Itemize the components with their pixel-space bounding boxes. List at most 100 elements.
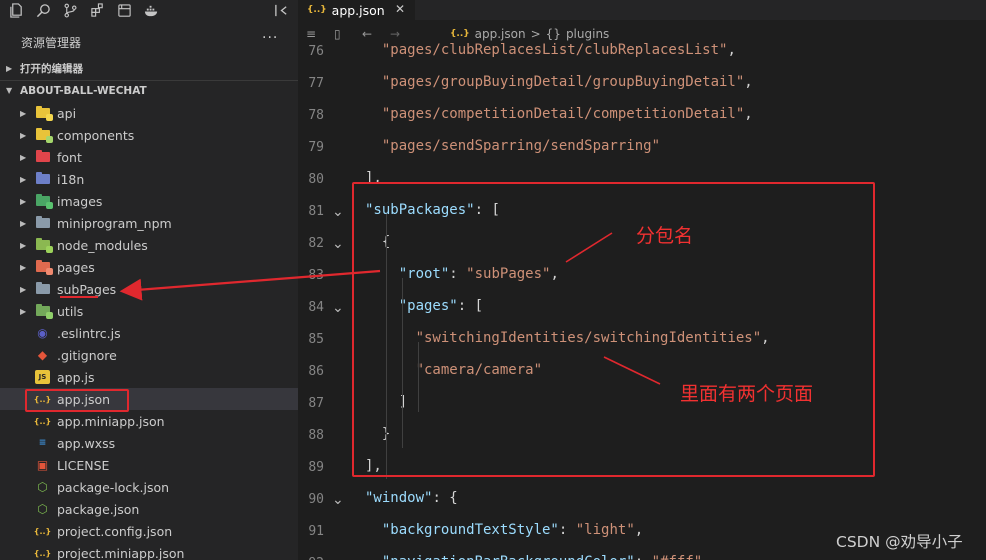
- tree-item-label: images: [57, 193, 103, 209]
- chevron-right-icon: ▶: [6, 63, 13, 73]
- fold-chevron-icon[interactable]: ⌄: [332, 237, 344, 251]
- file-item[interactable]: ▶JSapp.js: [0, 366, 298, 388]
- file-item[interactable]: ▶◉.eslintrc.js: [0, 322, 298, 344]
- chevron-right-icon: ▶: [20, 240, 27, 250]
- folder-item[interactable]: ▶ api: [0, 102, 298, 124]
- tree-item-label: project.miniapp.json: [57, 545, 185, 560]
- source-control-icon[interactable]: [62, 3, 79, 18]
- line-number: 89: [308, 460, 324, 475]
- js-file-icon: JS: [35, 370, 50, 384]
- tree-item-label: api: [57, 105, 77, 121]
- folder-item[interactable]: ▶ subPages: [0, 278, 298, 300]
- file-item[interactable]: ▶{..}project.config.json: [0, 520, 298, 542]
- folder-icon: [35, 260, 53, 275]
- json-file-icon: {..}: [33, 416, 52, 426]
- line-number: 91: [308, 524, 324, 539]
- chevron-right-icon: ▶: [20, 218, 27, 228]
- back-arrow-icon[interactable]: ←: [362, 27, 382, 41]
- open-editors-section[interactable]: ▶ 打开的编辑器: [0, 58, 298, 78]
- code-line: "backgroundTextStyle": "light",: [381, 522, 644, 538]
- tree-item-label: font: [57, 149, 82, 165]
- folder-item[interactable]: ▶ components: [0, 124, 298, 146]
- search-icon[interactable]: [35, 3, 52, 18]
- folder-item[interactable]: ▶ pages: [0, 256, 298, 278]
- folder-icon: [35, 282, 50, 296]
- file-item[interactable]: ▶◆.gitignore: [0, 344, 298, 366]
- folder-item[interactable]: ▶ miniprogram_npm: [0, 212, 298, 234]
- tree-item-label: app.js: [57, 369, 95, 385]
- tree-item-label: miniprogram_npm: [57, 215, 172, 231]
- line-number: 85: [308, 332, 324, 347]
- tree-item-label: package-lock.json: [57, 479, 170, 495]
- tree-item-label: project.config.json: [57, 523, 173, 539]
- chevron-right-icon: ▶: [20, 284, 27, 294]
- collapse-panel-icon[interactable]: [273, 3, 290, 18]
- more-actions-icon[interactable]: ···: [262, 30, 278, 46]
- folder-item[interactable]: ▶ images: [0, 190, 298, 212]
- explorer-title: 资源管理器: [21, 36, 82, 50]
- json-icon: {..}: [450, 29, 470, 39]
- line-number: 80: [308, 172, 324, 187]
- subpackages-highlight-box: [352, 182, 875, 477]
- line-number: 76: [308, 44, 324, 59]
- folder-icon: [35, 172, 50, 186]
- file-item[interactable]: ▶≡app.wxss: [0, 432, 298, 454]
- json-file-icon: {..}: [33, 548, 52, 558]
- folder-item[interactable]: ▶ i18n: [0, 168, 298, 190]
- folder-icon: [35, 128, 53, 143]
- breadcrumb-node[interactable]: plugins: [566, 27, 609, 41]
- chevron-right-icon: ▶: [20, 152, 27, 162]
- docker-icon[interactable]: [143, 3, 160, 18]
- git-file-icon: ◆: [37, 348, 48, 362]
- code-line: "window": {: [365, 490, 458, 506]
- line-number: 87: [308, 396, 324, 411]
- line-number: 86: [308, 364, 324, 379]
- tree-item-label: node_modules: [57, 237, 148, 253]
- tree-item-label: app.wxss: [57, 435, 116, 451]
- line-number: 83: [308, 268, 324, 283]
- code-line: "navigationBarBackgroundColor": "#fff",: [365, 554, 711, 560]
- braces-icon: {}: [545, 27, 561, 41]
- forward-arrow-icon[interactable]: →: [390, 27, 410, 41]
- line-number: 92: [298, 556, 324, 560]
- simulator-icon[interactable]: [116, 3, 133, 18]
- folder-item[interactable]: ▶ font: [0, 146, 298, 168]
- fold-chevron-icon[interactable]: ⌄: [332, 205, 344, 219]
- file-item[interactable]: ▶⬡package.json: [0, 498, 298, 520]
- license-file-icon: ▣: [36, 458, 49, 472]
- line-number: 79: [308, 140, 324, 155]
- subpages-underline: [60, 296, 98, 298]
- chevron-right-icon: ▶: [20, 306, 27, 316]
- file-tree: ▶ api ▶ components ▶ font ▶ i18n ▶ images ▶ minipro…: [0, 102, 298, 560]
- folder-icon: [35, 194, 53, 209]
- tree-item-label: .eslintrc.js: [57, 325, 121, 341]
- chevron-right-icon: ▶: [20, 130, 27, 140]
- fold-chevron-icon[interactable]: ⌄: [332, 493, 344, 507]
- extensions-icon[interactable]: [89, 2, 106, 18]
- file-item[interactable]: ▶{..}app.miniapp.json: [0, 410, 298, 432]
- tree-item-label: pages: [57, 259, 95, 275]
- file-item[interactable]: ▶{..}project.miniapp.json: [0, 542, 298, 560]
- line-number: 78: [308, 108, 324, 123]
- file-item[interactable]: ▶⬡package-lock.json: [0, 476, 298, 498]
- app-json-highlight-box: [25, 389, 129, 412]
- code-line: "pages/sendSparring/sendSparring": [381, 138, 661, 154]
- folder-icon: [35, 106, 53, 121]
- folder-item[interactable]: ▶ utils: [0, 300, 298, 322]
- tree-item-label: LICENSE: [57, 457, 110, 473]
- line-number-gutter: 76 77 78 79 80 81 ⌄ 82 ⌄ 83 84 ⌄ 85 86 87 88 89 90 ⌄ 91 92: [298, 0, 354, 560]
- file-item[interactable]: ▶▣LICENSE: [0, 454, 298, 476]
- project-section[interactable]: ▼ ABOUT-BALL-WECHAT: [0, 80, 298, 100]
- chevron-right-icon: ▶: [20, 108, 27, 118]
- explorer-sidebar: 资源管理器 ··· ▶ 打开的编辑器 ▼ ABOUT-BALL-WECHAT ▶…: [0, 0, 298, 560]
- activity-bar: [0, 0, 298, 20]
- tree-item-label: utils: [57, 303, 84, 319]
- tree-item-label: i18n: [57, 171, 85, 187]
- close-icon[interactable]: ✕: [395, 2, 405, 16]
- files-icon[interactable]: [8, 2, 25, 18]
- json-file-icon: {..}: [33, 526, 52, 536]
- folder-item[interactable]: ▶ node_modules: [0, 234, 298, 256]
- breadcrumb-file[interactable]: app.json: [475, 27, 526, 41]
- section-label: 打开的编辑器: [20, 62, 83, 75]
- fold-chevron-icon[interactable]: ⌄: [332, 301, 344, 315]
